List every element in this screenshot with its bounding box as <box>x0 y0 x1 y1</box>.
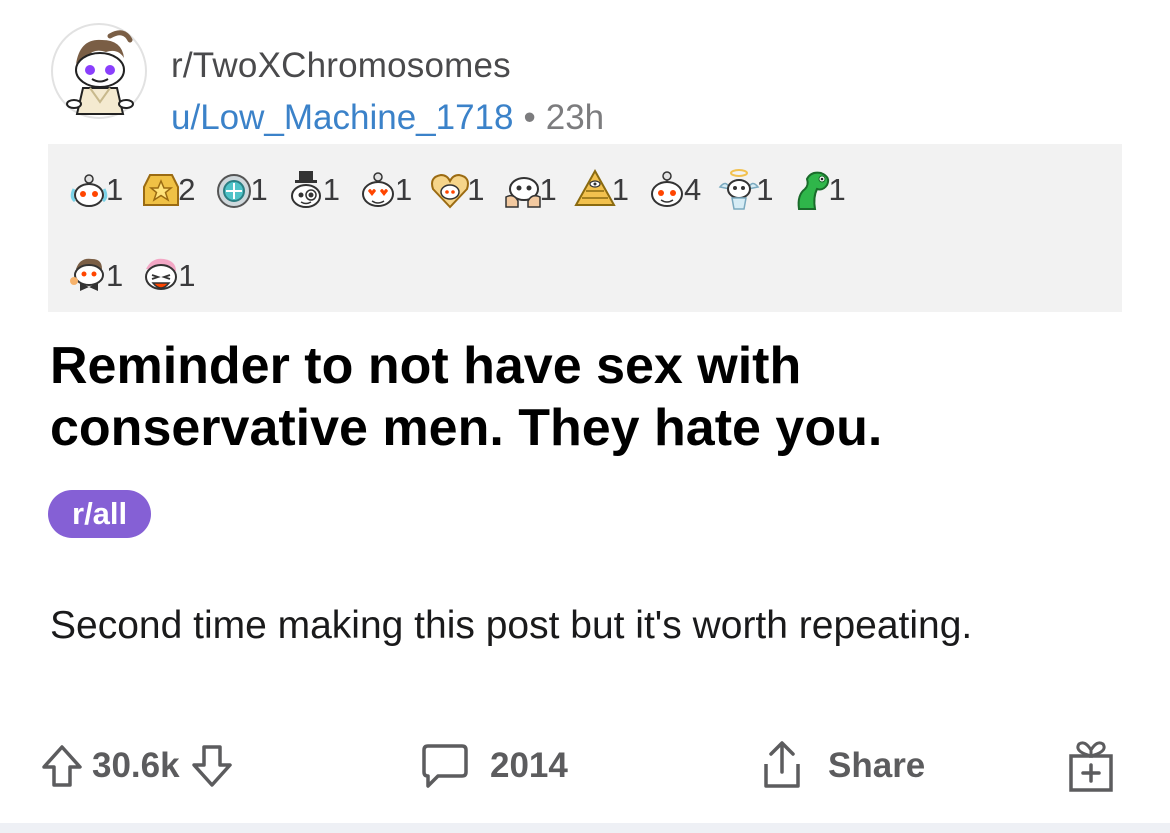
award-count: 1 <box>250 172 268 207</box>
award-count: 4 <box>684 172 702 207</box>
award-item[interactable]: 4 <box>644 167 701 213</box>
meta-separator: • <box>523 98 536 137</box>
post-header: r/TwoXChromosomes u/Low_Machine_1718 • 23h <box>50 22 1120 137</box>
post-age: 23h <box>545 98 605 137</box>
award-count: 1 <box>395 172 413 207</box>
upvote-icon[interactable] <box>40 743 84 789</box>
award-item[interactable]: 1 <box>66 167 123 213</box>
award-item[interactable]: 1 <box>283 167 340 213</box>
award-count: 1 <box>756 172 774 207</box>
award-item[interactable]: 1 <box>716 167 774 213</box>
award-count: 1 <box>322 172 340 207</box>
post-title[interactable]: Reminder to not have sex with conservati… <box>50 335 1100 459</box>
awards-row-2: 1 1 <box>66 252 1108 300</box>
award-count: 1 <box>467 172 485 207</box>
award-item[interactable]: 1 <box>789 167 846 213</box>
share-icon <box>758 740 806 792</box>
post-flair[interactable]: r/all <box>48 490 152 538</box>
comment-bubble-icon <box>420 742 470 790</box>
subreddit-avatar[interactable] <box>50 22 148 120</box>
award-item[interactable]: 1 <box>355 167 412 213</box>
comments-button[interactable]: 2014 <box>420 736 568 796</box>
award-count: 1 <box>828 172 846 207</box>
downvote-icon[interactable] <box>190 743 234 789</box>
vote-score: 30.6k <box>92 746 180 785</box>
awards-row-1: 1 2 1 1 1 1 1 1 4 1 1 <box>66 166 1108 214</box>
post-meta: u/Low_Machine_1718 • 23h <box>171 98 604 138</box>
award-count: 1 <box>106 258 124 293</box>
subreddit-name[interactable]: r/TwoXChromosomes <box>171 46 511 86</box>
award-item[interactable]: 1 <box>500 167 557 213</box>
award-item[interactable]: 1 <box>572 167 629 213</box>
award-gift-button[interactable] <box>1065 736 1117 796</box>
post-action-bar: 30.6k 2014 Share <box>40 736 1130 796</box>
post-body: Second time making this post but it's wo… <box>50 604 973 647</box>
comment-count: 2014 <box>490 746 568 785</box>
awards-panel[interactable]: 1 2 1 1 1 1 1 1 4 1 1 1 1 <box>48 144 1122 312</box>
share-button[interactable]: Share <box>758 736 925 796</box>
award-count: 1 <box>539 172 557 207</box>
gift-icon <box>1065 738 1117 794</box>
bottom-divider <box>0 823 1170 833</box>
award-count: 1 <box>106 172 124 207</box>
share-label: Share <box>828 746 926 785</box>
award-item[interactable]: 1 <box>211 167 268 213</box>
award-item[interactable]: 1 <box>427 167 485 213</box>
award-count: 2 <box>178 172 196 207</box>
vote-control: 30.6k <box>40 736 234 796</box>
award-item[interactable]: 2 <box>138 167 196 213</box>
award-item[interactable]: 1 <box>138 253 196 299</box>
award-item[interactable]: 1 <box>66 253 123 299</box>
award-count: 1 <box>178 258 196 293</box>
author-link[interactable]: u/Low_Machine_1718 <box>171 98 513 137</box>
award-count: 1 <box>611 172 629 207</box>
